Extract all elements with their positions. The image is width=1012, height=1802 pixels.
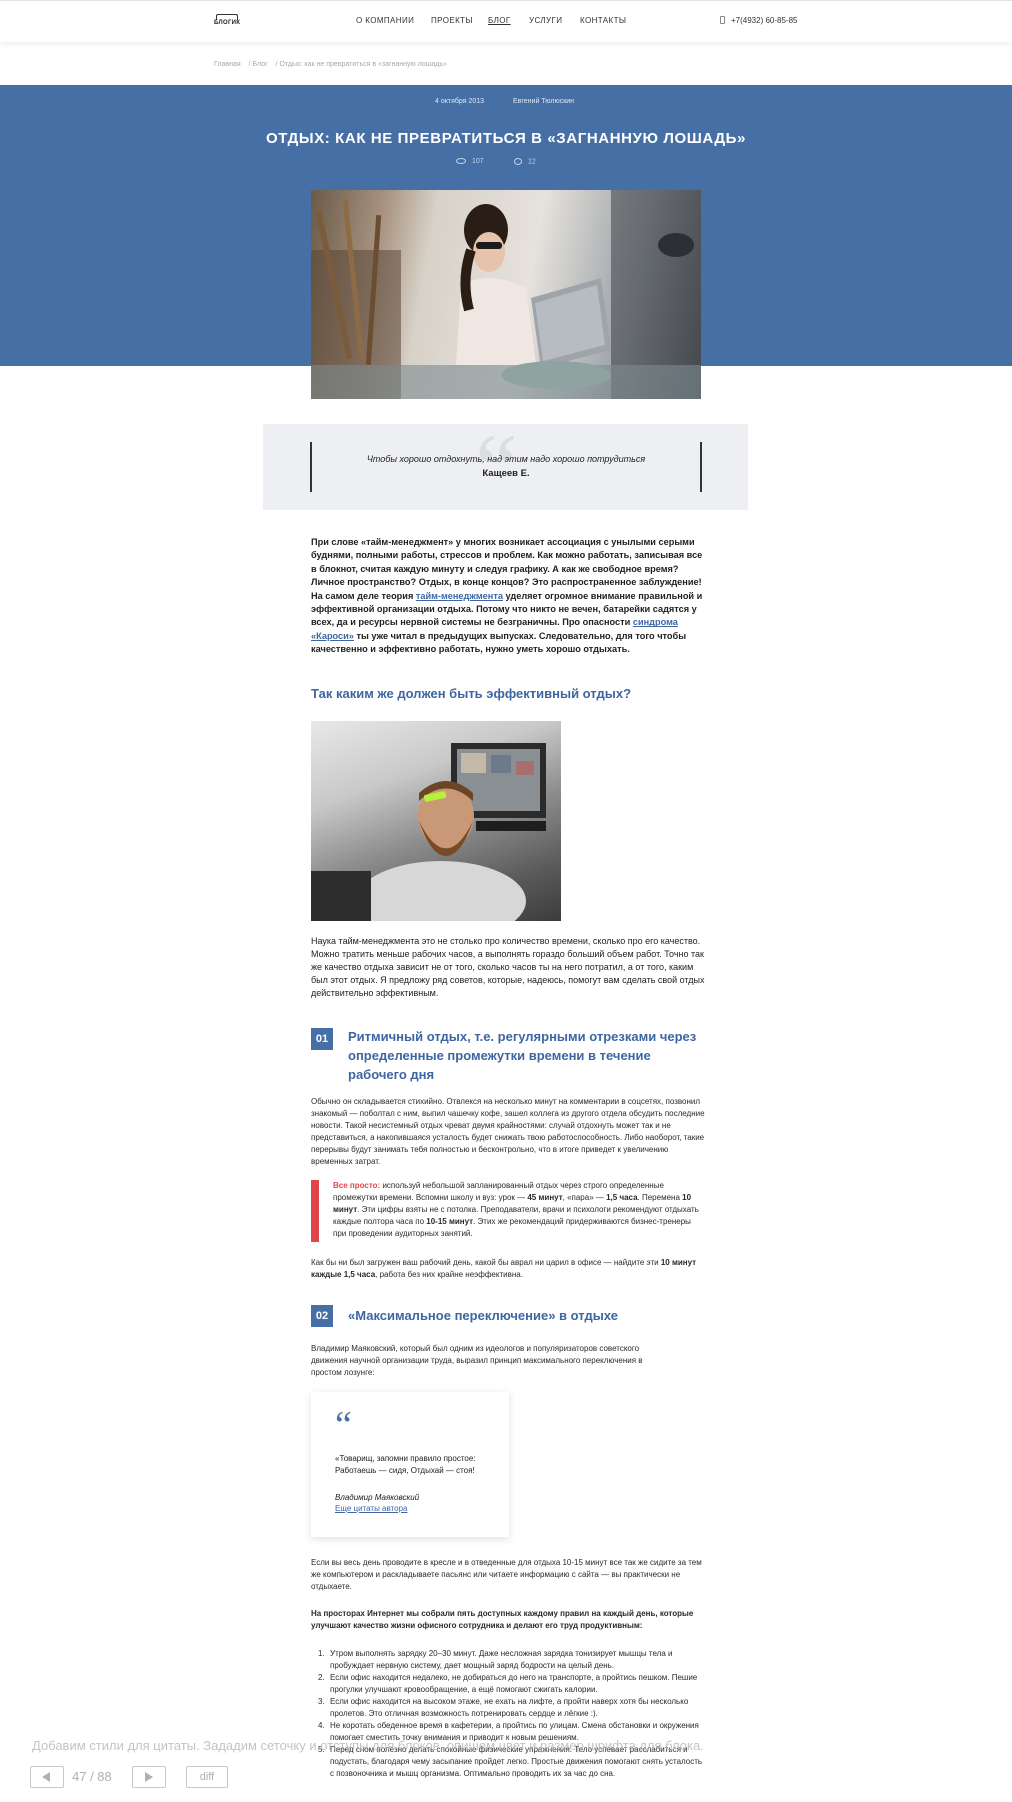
nav-item-blog[interactable]: БЛОГ xyxy=(488,16,511,25)
arrow-left-icon xyxy=(42,1772,50,1782)
nav-item-services[interactable]: УСЛУГИ xyxy=(529,16,562,25)
diff-button[interactable]: diff xyxy=(186,1766,228,1788)
step2-paragraph-rules-intro: На просторах Интернет мы собрали пять до… xyxy=(311,1609,694,1630)
time-management-link[interactable]: тайм-менеджмента xyxy=(416,591,503,601)
site-logo[interactable]: БЛОГИК xyxy=(214,14,240,28)
phone-icon xyxy=(720,16,725,24)
paragraph-time-management-quality: Наука тайм-менеджмента это не столько пр… xyxy=(311,936,705,998)
step-number-badge: 02 xyxy=(311,1305,333,1327)
views-count: 107 xyxy=(472,158,484,165)
card-quote-text: «Товарищ, запомни правило простое: Работ… xyxy=(335,1454,476,1475)
list-item: 2. Если офис находится недалеко, не добир… xyxy=(318,1673,698,1694)
list-item: 1. Утром выполнять зарядку 20–30 минут. Д… xyxy=(318,1649,673,1670)
arrow-right-icon xyxy=(145,1772,153,1782)
tip-label: Все просто: xyxy=(333,1181,381,1190)
hero-photo-woman-laptop xyxy=(311,190,701,399)
step2-heading: «Максимальное переключение» в отдыхе xyxy=(348,1308,618,1323)
rules-list: 1. Утром выполнять зарядку 20–30 минут. Д… xyxy=(318,1648,706,1780)
quote-right-bar xyxy=(700,442,702,492)
breadcrumb: Главная / Блог / Отдых: как не превратит… xyxy=(214,61,453,68)
step1-paragraph: Обычно он складывается стихийно. Отвлекс… xyxy=(311,1097,705,1166)
nav-item-contacts[interactable]: КОНТАКТЫ xyxy=(580,16,626,25)
list-item: 3. Если офис находится на высоком этаже, … xyxy=(318,1697,689,1718)
section-heading: Так каким же должен быть эффективный отд… xyxy=(311,686,632,701)
logo-text: БЛОГИК xyxy=(214,20,241,26)
eye-icon xyxy=(456,158,466,165)
photo-bearded-man-office xyxy=(311,721,561,921)
step-number-badge: 01 xyxy=(311,1028,333,1050)
more-author-quotes-link[interactable]: Еще цитаты автора xyxy=(335,1504,407,1513)
breadcrumb-current: / Отдых: как не превратиться в «загнанну… xyxy=(275,61,447,68)
step1-heading: Ритмичный отдых, т.е. регулярными отрезк… xyxy=(348,1029,697,1082)
breadcrumb-blog[interactable]: / Блог xyxy=(249,61,268,68)
article-title: ОТДЫХ: КАК НЕ ПРЕВРАТИТЬСЯ В «ЗАГНАННУЮ … xyxy=(265,130,747,147)
article-date: 4 октября 2013 xyxy=(435,98,484,105)
card-quote-author: Владимир Маяковский xyxy=(335,1493,420,1502)
quote-mark-icon: “ xyxy=(335,1404,352,1446)
nav-item-company[interactable]: О КОМПАНИИ xyxy=(356,16,414,25)
tutorial-hint-text: Добавим стили для цитаты. Зададим сеточк… xyxy=(32,1738,704,1753)
prev-step-button[interactable] xyxy=(30,1766,64,1788)
quote-author: Кащеев Е. xyxy=(482,468,530,479)
hero-photo-illustration xyxy=(311,190,701,399)
comment-icon xyxy=(514,158,522,165)
step2-paragraph: Владимир Маяковский, который был одним и… xyxy=(311,1344,643,1377)
next-step-button[interactable] xyxy=(132,1766,166,1788)
breadcrumb-home[interactable]: Главная xyxy=(214,61,241,68)
step-counter: 47 / 88 xyxy=(72,1769,112,1784)
phone-number[interactable]: +7(4932) 60-85-85 xyxy=(731,16,798,25)
comments-count: 12 xyxy=(528,158,536,166)
intro-paragraph: При слове «тайм-менеджмент» у многих воз… xyxy=(311,537,703,655)
step1-conclusion: Как бы ни был загружен ваш рабочий день,… xyxy=(311,1258,697,1279)
tip-accent-bar xyxy=(311,1180,319,1242)
quote-text: Чтобы хорошо отдохнуть, над этим надо хо… xyxy=(366,454,646,464)
tip-block: Все просто: используй небольшой запланир… xyxy=(333,1181,699,1238)
office-photo-illustration xyxy=(311,743,546,921)
comments-counter[interactable]: 12 xyxy=(514,158,536,165)
step2-paragraph-sitting: Если вы весь день проводите в кресле и в… xyxy=(311,1558,702,1591)
views-counter: 107 xyxy=(456,158,484,165)
quote-left-bar xyxy=(310,442,312,492)
nav-item-projects[interactable]: ПРОЕКТЫ xyxy=(431,16,473,25)
article-author[interactable]: Евгений Тюлюскин xyxy=(513,98,574,105)
